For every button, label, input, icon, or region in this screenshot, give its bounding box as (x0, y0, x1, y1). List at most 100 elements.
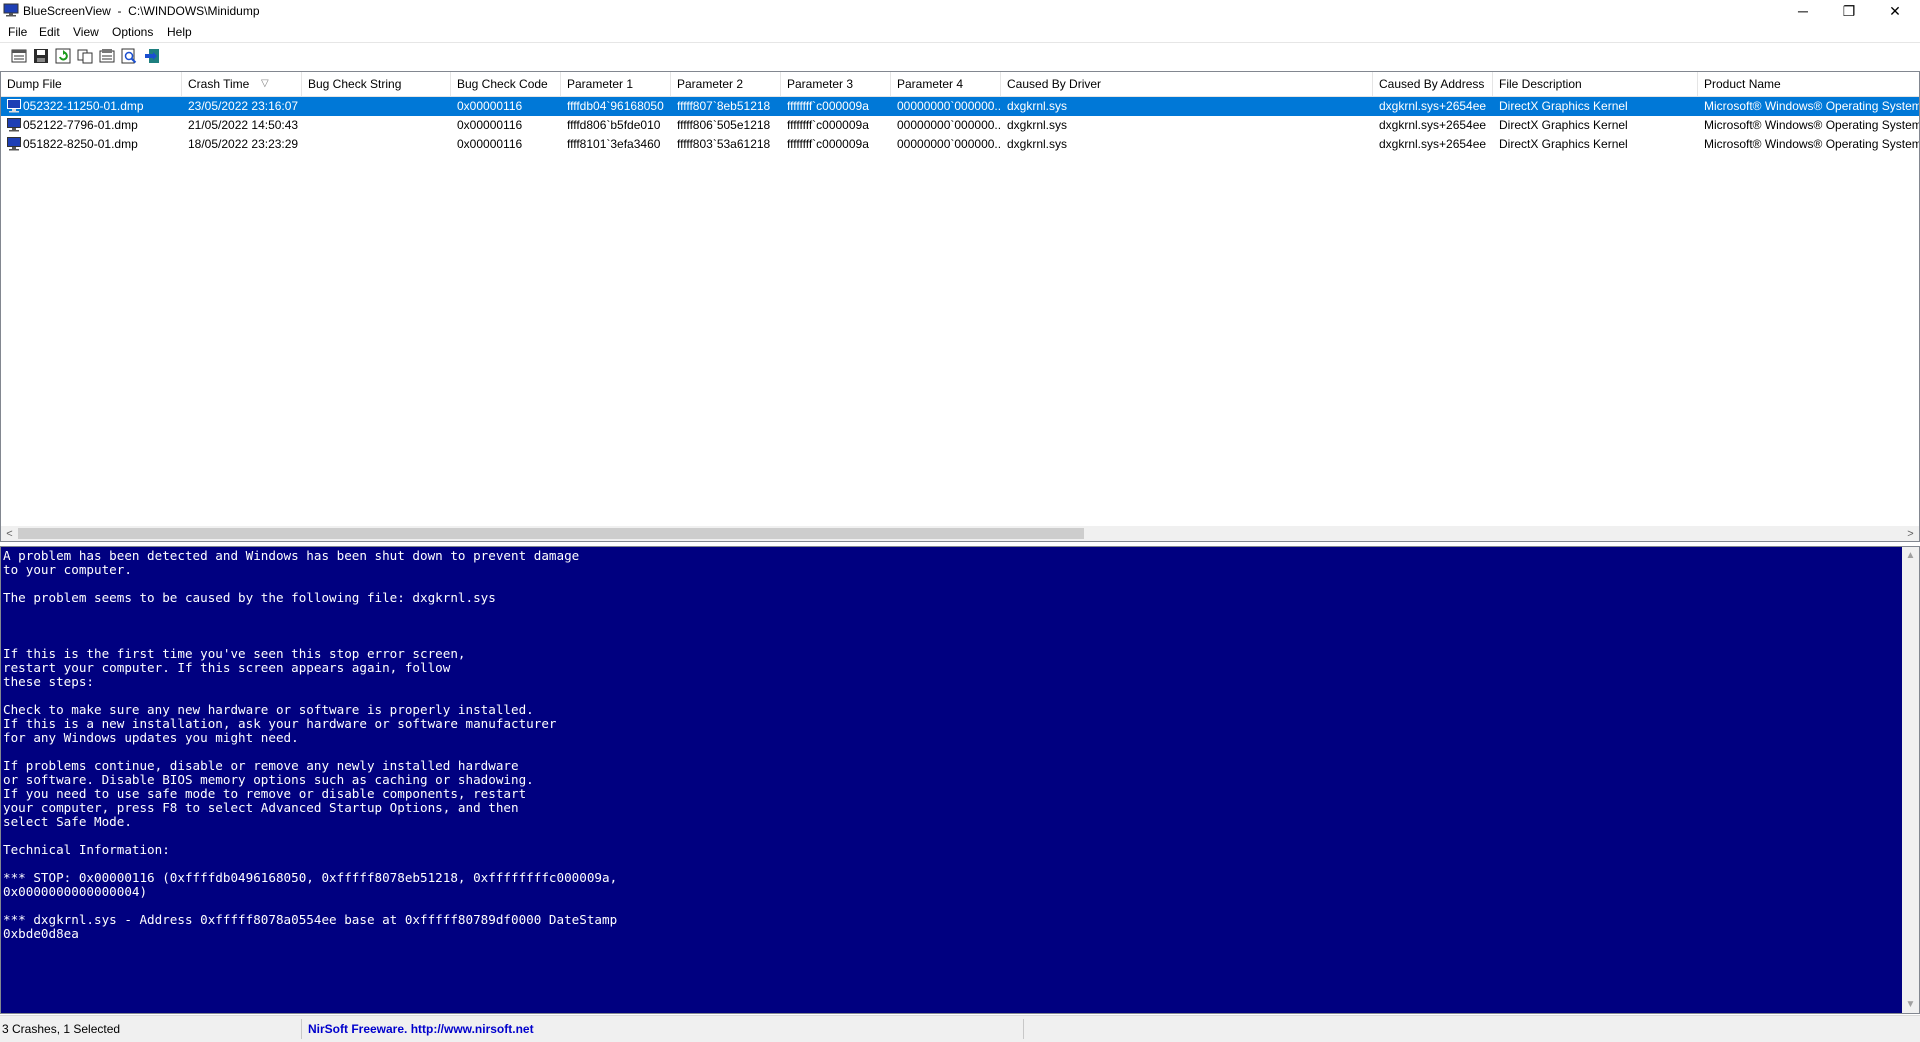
cell-parameter-1: ffffd806`b5fde010 (567, 118, 661, 132)
scroll-down-icon[interactable]: ▼ (1902, 996, 1919, 1013)
cell-parameter-2: fffff803`53a61218 (677, 137, 771, 151)
column-header-product-name[interactable]: Product Name (1698, 72, 1919, 96)
cell-parameter-4: 00000000`000000... (897, 137, 1001, 151)
column-header-dump-file[interactable]: Dump File (1, 72, 182, 96)
cell-caused-by-driver: dxgkrnl.sys (1007, 118, 1068, 132)
table-row[interactable]: 052322-11250-01.dmp 23/05/2022 23:16:07 … (1, 97, 1919, 116)
cell-caused-by-address: dxgkrnl.sys+2654ee (1379, 137, 1487, 151)
horizontal-scroll-thumb[interactable] (18, 528, 1084, 539)
column-header-bug-check-code[interactable]: Bug Check Code (451, 72, 561, 96)
exit-icon (144, 48, 160, 67)
properties-button[interactable] (10, 48, 28, 66)
cell-bug-check-string (302, 116, 451, 135)
minimize-icon: ─ (1798, 3, 1808, 19)
cell-caused-by-driver: dxgkrnl.sys (1007, 137, 1068, 151)
cell-product-name: Microsoft® Windows® Operating System (1698, 97, 1919, 116)
cell-crash-time: 23/05/2022 23:16:07 (182, 97, 302, 116)
cell-product-name: Microsoft® Windows® Operating System (1704, 137, 1920, 151)
cell-parameter-2: fffff806`505e1218 (677, 118, 771, 132)
column-header-parameter-2[interactable]: Parameter 2 (671, 72, 781, 96)
status-freeware-panel: NirSoft Freeware. http://www.nirsoft.net (302, 1019, 1024, 1039)
window-title: BlueScreenView - C:\WINDOWS\Minidump (23, 4, 260, 18)
horizontal-scrollbar[interactable]: < > (1, 526, 1919, 541)
bsod-message: A problem has been detected and Windows … (3, 548, 618, 941)
minimize-button[interactable]: ─ (1780, 0, 1826, 22)
column-header-file-description[interactable]: File Description (1493, 72, 1698, 96)
find-button[interactable] (120, 48, 138, 66)
crash-list[interactable]: Dump File Crash Time ▽ Bug Check String … (0, 71, 1920, 542)
column-header-bug-check-string[interactable]: Bug Check String (302, 72, 451, 96)
html-report-button[interactable] (98, 48, 116, 66)
cell-parameter-3: ffffffff`c000009a (781, 97, 891, 116)
cell-caused-by-driver: dxgkrnl.sys (1001, 97, 1373, 116)
menu-bar: File Edit View Options Help (0, 22, 1920, 42)
cell-dump-file: 052122-7796-01.dmp (23, 118, 138, 132)
column-header-crash-time[interactable]: Crash Time (182, 72, 302, 96)
app-monitor-icon (3, 3, 19, 17)
table-row[interactable]: 051822-8250-01.dmp 18/05/2022 23:23:29 0… (1, 135, 1920, 154)
cell-parameter-1: ffffdb04`96168050 (561, 97, 671, 116)
cell-bug-check-code: 0x00000116 (457, 118, 523, 132)
cell-caused-by-address: dxgkrnl.sys+2654ee (1373, 97, 1493, 116)
cell-bug-check-string (302, 97, 451, 116)
column-header-parameter-1[interactable]: Parameter 1 (561, 72, 671, 96)
cell-crash-time: 21/05/2022 14:50:43 (188, 118, 299, 132)
column-header-caused-by-driver[interactable]: Caused By Driver (1001, 72, 1373, 96)
scroll-up-icon[interactable]: ▲ (1902, 547, 1919, 564)
cell-bug-check-string (302, 135, 451, 154)
cell-parameter-1: ffff8101`3efa3460 (567, 137, 661, 151)
restore-button[interactable]: ❐ (1826, 0, 1872, 22)
dump-file-icon (7, 99, 21, 113)
cell-parameter-2: fffff807`8eb51218 (671, 97, 781, 116)
scroll-right-icon[interactable]: > (1902, 526, 1919, 541)
title-bar: BlueScreenView - C:\WINDOWS\Minidump ─ ❐… (0, 0, 1920, 22)
menu-options[interactable]: Options (112, 25, 153, 39)
exit-button[interactable] (143, 48, 161, 66)
list-header: Dump File Crash Time ▽ Bug Check String … (1, 72, 1919, 97)
column-header-parameter-3[interactable]: Parameter 3 (781, 72, 891, 96)
scroll-left-icon[interactable]: < (1, 526, 18, 541)
restore-icon: ❐ (1842, 2, 1856, 19)
cell-crash-time: 18/05/2022 23:23:29 (188, 137, 299, 151)
sort-descending-icon: ▽ (261, 78, 269, 89)
menu-edit[interactable]: Edit (39, 25, 60, 39)
cell-product-name: Microsoft® Windows® Operating System (1704, 118, 1920, 132)
status-bar: 3 Crashes, 1 Selected NirSoft Freeware. … (0, 1015, 1920, 1042)
menu-file[interactable]: File (8, 25, 27, 39)
html-report-icon (99, 48, 115, 67)
refresh-button[interactable] (54, 48, 72, 66)
close-button[interactable]: ✕ (1872, 0, 1918, 22)
cell-file-description: DirectX Graphics Kernel (1499, 118, 1628, 132)
vertical-scrollbar[interactable]: ▲ ▼ (1902, 547, 1919, 1013)
cell-parameter-4: 00000000`000000... (891, 97, 1001, 116)
dump-file-icon (7, 118, 21, 132)
cell-parameter-3: ffffffff`c000009a (787, 137, 869, 151)
column-header-parameter-4[interactable]: Parameter 4 (891, 72, 1001, 96)
menu-help[interactable]: Help (167, 25, 192, 39)
cell-file-description: DirectX Graphics Kernel (1499, 137, 1628, 151)
dump-file-icon (7, 137, 21, 151)
find-icon (121, 48, 137, 67)
table-row[interactable]: 052122-7796-01.dmp 21/05/2022 14:50:43 0… (1, 116, 1920, 135)
close-icon: ✕ (1889, 2, 1901, 19)
cell-caused-by-address: dxgkrnl.sys+2654ee (1379, 118, 1487, 132)
copy-button[interactable] (76, 48, 94, 66)
cell-parameter-4: 00000000`000000... (897, 118, 1001, 132)
status-empty-panel (1024, 1019, 1920, 1039)
copy-icon (77, 48, 93, 67)
menu-view[interactable]: View (73, 25, 99, 39)
cell-dump-file: 052322-11250-01.dmp (1, 97, 182, 116)
refresh-icon (55, 48, 71, 67)
cell-file-description: DirectX Graphics Kernel (1493, 97, 1698, 116)
properties-icon (11, 48, 27, 67)
cell-dump-file: 051822-8250-01.dmp (23, 137, 138, 151)
column-header-caused-by-address[interactable]: Caused By Address (1373, 72, 1493, 96)
save-icon (33, 48, 49, 67)
status-crash-count: 3 Crashes, 1 Selected (0, 1019, 302, 1039)
bsod-preview-pane[interactable]: A problem has been detected and Windows … (0, 546, 1920, 1014)
save-button[interactable] (32, 48, 50, 66)
cell-bug-check-code: 0x00000116 (457, 137, 523, 151)
nirsoft-link[interactable]: NirSoft Freeware. http://www.nirsoft.net (308, 1022, 534, 1036)
toolbar (0, 42, 1920, 72)
cell-bug-check-code: 0x00000116 (451, 97, 561, 116)
